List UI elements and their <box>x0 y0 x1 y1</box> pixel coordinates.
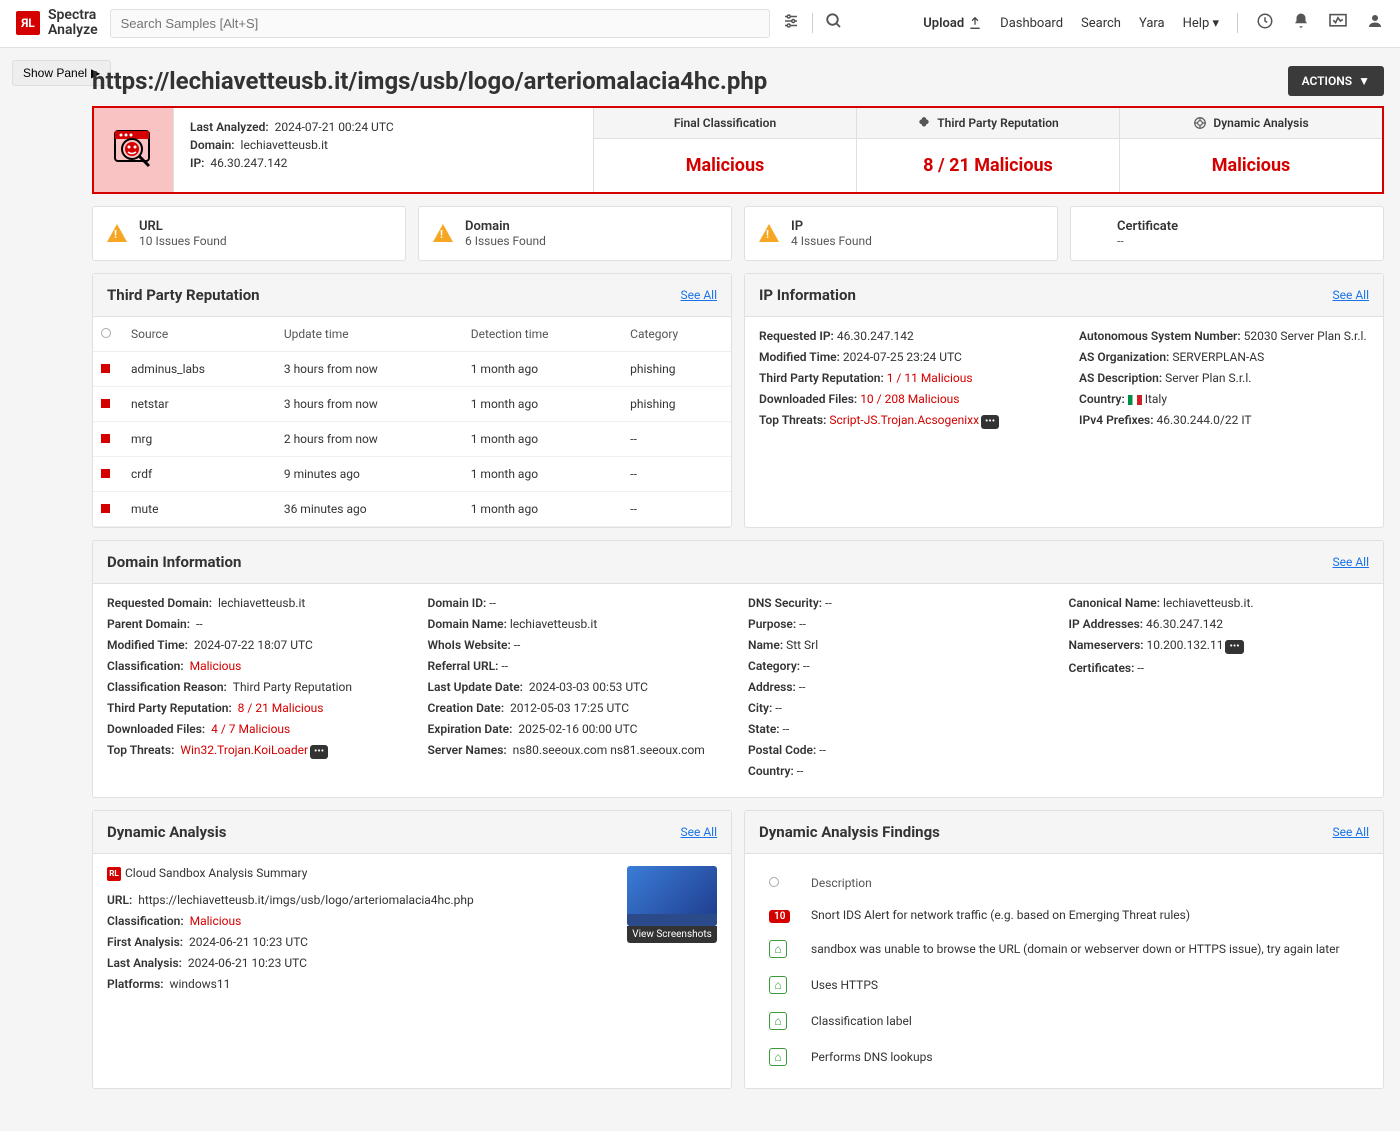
table-row[interactable]: adminus_labs3 hours from now1 month agop… <box>93 351 731 386</box>
user-icon[interactable] <box>1366 12 1384 34</box>
monitor-icon[interactable] <box>1328 13 1348 33</box>
nav-yara[interactable]: Yara <box>1139 16 1165 31</box>
nav-search[interactable]: Search <box>1081 16 1121 31</box>
summary-col-classification: Final Classification Malicious <box>594 108 857 192</box>
da-title: Dynamic Analysis <box>107 823 226 841</box>
flag-italy-icon <box>1128 395 1142 405</box>
threat-icon <box>94 108 174 192</box>
bell-icon[interactable] <box>1292 12 1310 34</box>
findings-panel: Dynamic Analysis Findings See All Descri… <box>744 810 1384 1089</box>
table-row[interactable]: 10Snort IDS Alert for network traffic (e… <box>761 900 1367 930</box>
nav-dashboard[interactable]: Dashboard <box>1000 16 1063 31</box>
issue-sub: -- <box>1117 234 1178 248</box>
summary-box: Last Analyzed: 2024-07-21 00:24 UTC Doma… <box>92 106 1384 194</box>
nav-help[interactable]: Help ▾ <box>1183 16 1219 31</box>
table-row[interactable]: ⌂Classification label <box>761 1004 1367 1038</box>
status-icon <box>101 469 110 478</box>
table-row[interactable]: crdf9 minutes ago1 month ago-- <box>93 456 731 491</box>
clock-icon[interactable] <box>1256 12 1274 34</box>
reputation-panel: Third Party Reputation See All Source Up… <box>92 273 732 528</box>
upload-button[interactable]: Upload <box>923 16 982 31</box>
divider <box>812 13 813 33</box>
ipinfo-panel: IP Information See All Requested IP: 46.… <box>744 273 1384 528</box>
table-row[interactable]: ⌂Performs DNS lookups <box>761 1040 1367 1074</box>
divider <box>1237 13 1238 33</box>
rl-badge-icon: RL <box>107 867 121 881</box>
table-row[interactable]: mute36 minutes ago1 month ago-- <box>93 491 731 526</box>
issues-row: URL10 Issues FoundDomain6 Issues FoundIP… <box>92 206 1384 261</box>
summary-col-dynamic: Dynamic Analysis Malicious <box>1120 108 1382 192</box>
findings-see-all[interactable]: See All <box>1333 825 1370 839</box>
logo-badge: ЯL <box>16 11 40 35</box>
summary-info: Last Analyzed: 2024-07-21 00:24 UTC Doma… <box>174 108 594 192</box>
search-icon[interactable] <box>825 12 843 34</box>
severity-badge: 10 <box>769 910 790 923</box>
issue-title: IP <box>791 219 872 234</box>
ipinfo-title: IP Information <box>759 286 856 304</box>
screenshot-preview[interactable]: View Screenshots <box>627 866 717 998</box>
warning-icon <box>433 224 453 242</box>
domain-info-title: Domain Information <box>107 553 241 571</box>
info-badge: ⌂ <box>769 976 787 994</box>
search-input[interactable] <box>110 9 770 38</box>
issue-title: Certificate <box>1117 219 1178 234</box>
topbar-right: Upload Dashboard Search Yara Help ▾ <box>923 12 1384 34</box>
info-badge: ⌂ <box>769 1048 787 1066</box>
logo-text: Spectra Analyze <box>48 8 98 39</box>
summary-col-reputation: Third Party Reputation 8 / 21 Malicious <box>857 108 1120 192</box>
findings-title: Dynamic Analysis Findings <box>759 823 940 841</box>
issue-title: URL <box>139 219 227 234</box>
status-icon <box>101 364 110 373</box>
topbar: ЯL Spectra Analyze Upload Dashboard Sear… <box>0 0 1400 48</box>
domain-info-panel: Domain Information See All Requested Dom… <box>92 540 1384 798</box>
issue-sub: 4 Issues Found <box>791 234 872 248</box>
issue-card[interactable]: Certificate-- <box>1070 206 1384 261</box>
reputation-see-all[interactable]: See All <box>681 288 718 302</box>
issue-card[interactable]: IP4 Issues Found <box>744 206 1058 261</box>
more-threats-icon[interactable]: ••• <box>981 415 999 429</box>
da-see-all[interactable]: See All <box>681 825 718 839</box>
info-badge: ⌂ <box>769 940 787 958</box>
issue-sub: 6 Issues Found <box>465 234 546 248</box>
issue-title: Domain <box>465 219 546 234</box>
search-container <box>110 9 770 38</box>
dynamic-analysis-panel: Dynamic Analysis See All RLCloud Sandbox… <box>92 810 732 1089</box>
warning-icon <box>107 224 127 242</box>
warning-icon <box>759 224 779 242</box>
status-icon <box>101 399 110 408</box>
actions-button[interactable]: ACTIONS ▼ <box>1288 66 1384 96</box>
issue-card[interactable]: Domain6 Issues Found <box>418 206 732 261</box>
table-row[interactable]: netstar3 hours from now1 month agophishi… <box>93 386 731 421</box>
reputation-table: Source Update time Detection time Catego… <box>93 317 731 527</box>
issue-card[interactable]: URL10 Issues Found <box>92 206 406 261</box>
more-ns-icon[interactable]: ••• <box>1225 640 1243 654</box>
view-screenshots-button[interactable]: View Screenshots <box>627 926 717 943</box>
table-row[interactable]: mrg2 hours from now1 month ago-- <box>93 421 731 456</box>
page-title: https://lechiavetteusb.it/imgs/usb/logo/… <box>92 67 767 95</box>
status-icon <box>101 504 110 513</box>
reputation-title: Third Party Reputation <box>107 286 260 304</box>
status-icon <box>101 434 110 443</box>
logo[interactable]: ЯL Spectra Analyze <box>16 8 98 39</box>
more-threats-icon[interactable]: ••• <box>310 745 328 759</box>
filter-icon[interactable] <box>782 12 800 34</box>
info-badge: ⌂ <box>769 1012 787 1030</box>
table-row[interactable]: ⌂sandbox was unable to browse the URL (d… <box>761 932 1367 966</box>
table-row[interactable]: ⌂Uses HTTPS <box>761 968 1367 1002</box>
issue-sub: 10 Issues Found <box>139 234 227 248</box>
ipinfo-see-all[interactable]: See All <box>1333 288 1370 302</box>
domain-info-see-all[interactable]: See All <box>1333 555 1370 569</box>
